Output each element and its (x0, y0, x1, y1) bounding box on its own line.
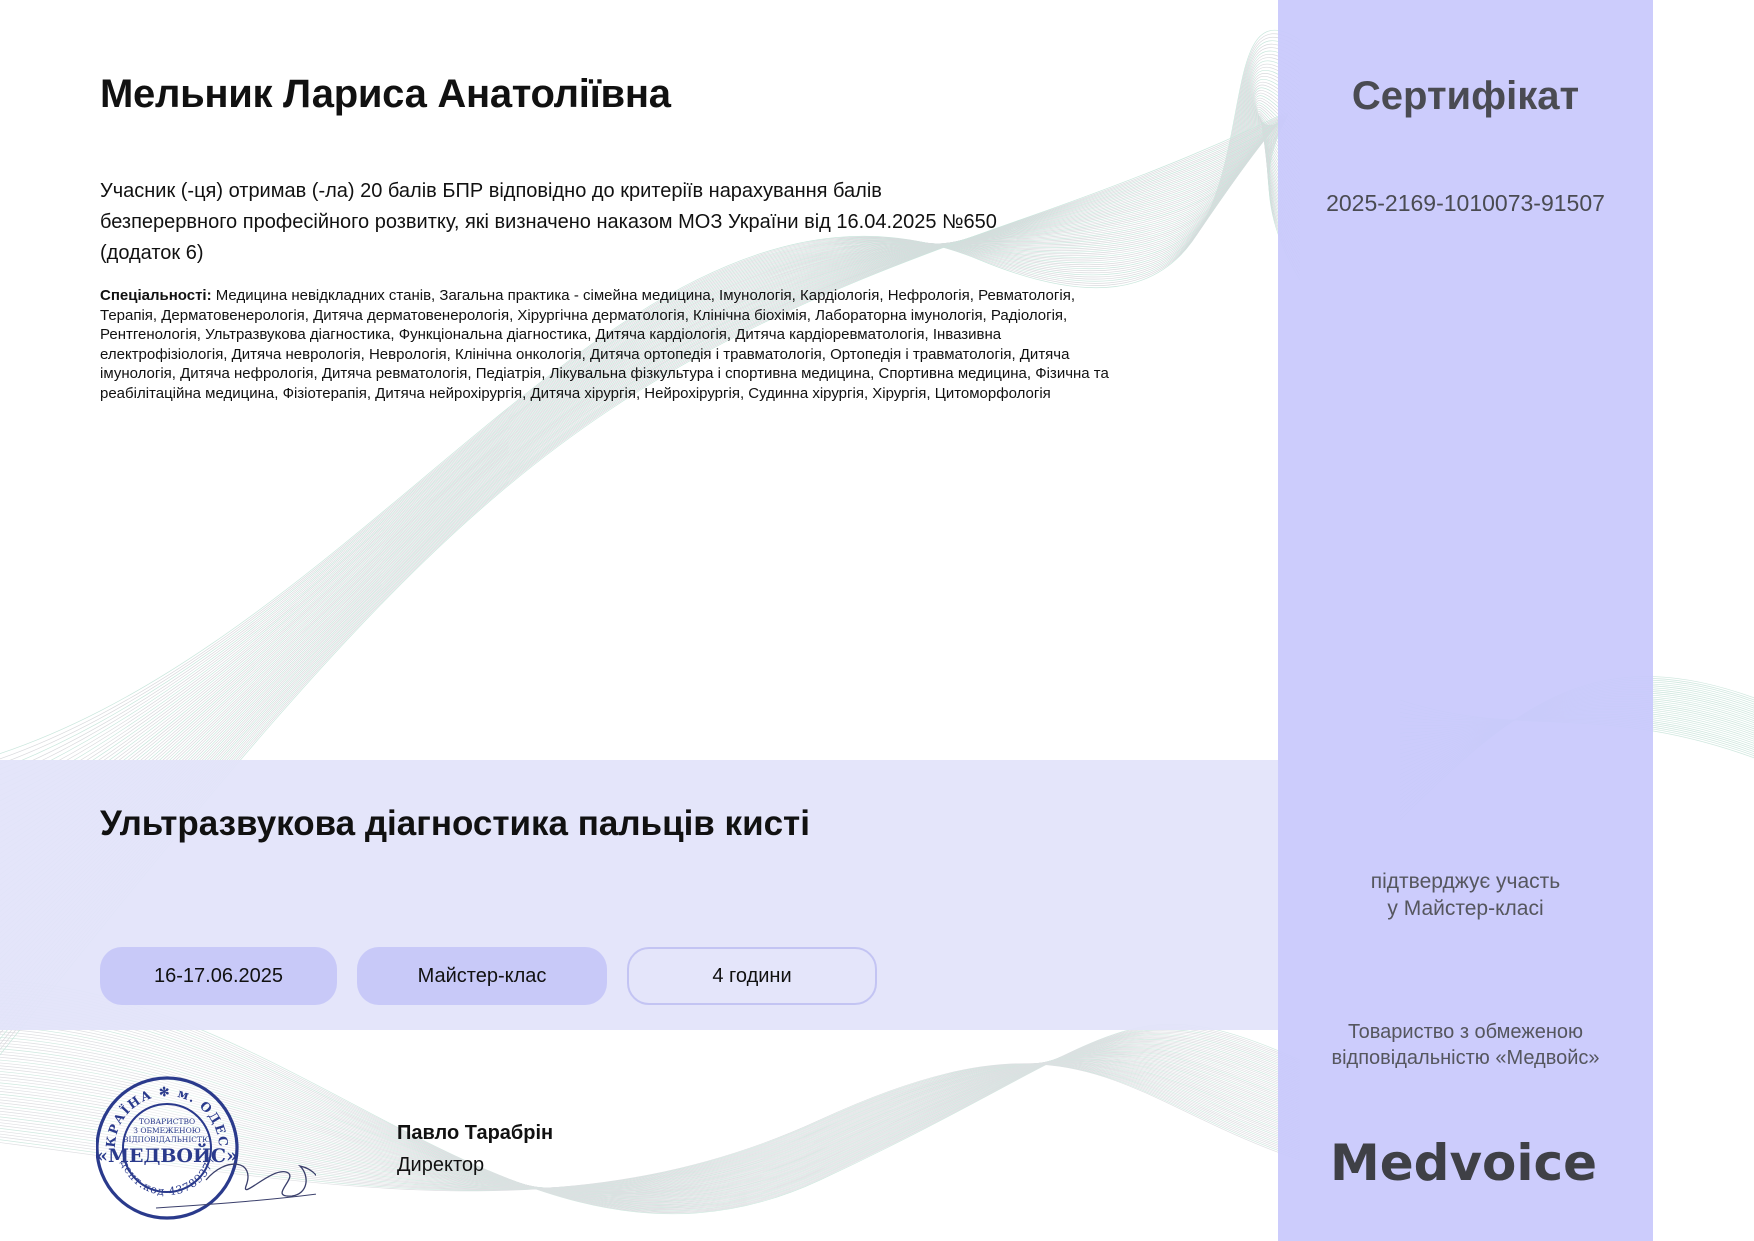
specialties-line: Терапія, Дерматовенерологія, Дитяча дерм… (100, 306, 1068, 324)
specialties-list: Спеціальності: Медицина невідкладних ста… (100, 286, 1250, 404)
certificate-title: Сертифікат (1351, 74, 1580, 118)
seal-line: З ОБМЕЖЕНОЮ (133, 1126, 200, 1135)
seal-line: ВІДПОВІДАЛЬНІСТЮ (123, 1135, 211, 1144)
specialties-line: Медицина невідкладних станів, Загальна п… (211, 287, 1075, 304)
certificate-number: 2025-2169-1010073-91507 (1326, 190, 1605, 216)
points-statement-line: безперервного професійного розвитку, які… (100, 211, 997, 233)
medvoice-logo: Medvoice. (1330, 1134, 1600, 1192)
specialties-line: реабілітаційна медицина, Фізіотерапія, Д… (100, 384, 1051, 402)
course-hours-pill: 4 години (627, 947, 877, 1005)
course-type-pill: Майстер-клас (357, 947, 607, 1005)
issuer-company: Товариство з обмеженою відповідальністю … (1278, 1019, 1653, 1071)
signer-role: Директор (397, 1154, 485, 1176)
seal-brand: «МЕДВОЙС» (96, 1143, 238, 1167)
specialties-label: Спеціальності: (100, 287, 212, 304)
specialties-line: Рентгенологія, Ультразвукова діагностика… (100, 326, 1002, 344)
company-seal: УКРАЇНА ✻ м. ОДЕСА Ідент.код 43789377 ТО… (96, 1068, 316, 1220)
recipient-name: Мельник Лариса Анатоліївна (100, 72, 671, 116)
company-line: відповідальністю «Медвойс» (1331, 1047, 1600, 1069)
course-title: Ультразвукова діагностика пальців кисті (100, 804, 810, 843)
points-statement-line: (додаток 6) (100, 242, 204, 264)
specialties-line: електрофізіологія, Дитяча неврологія, Не… (100, 345, 1070, 363)
points-statement: Учасник (-ця) отримав (-ла) 20 балів БПР… (100, 176, 1100, 269)
specialties-line: імунологія, Дитяча нефрологія, Дитяча ре… (100, 365, 1109, 383)
points-statement-line: Учасник (-ця) отримав (-ла) 20 балів БПР… (100, 180, 882, 202)
participation-confirmation: підтверджує участь у Майстер-класі (1278, 868, 1653, 922)
seal-line: ТОВАРИСТВО (139, 1117, 195, 1126)
confirmation-line: підтверджує участь (1370, 870, 1561, 893)
company-line: Товариство з обмеженою (1347, 1021, 1584, 1043)
logo-wordmark: Medvoice. (1330, 1134, 1600, 1192)
signer-name: Павло Тарабрін (397, 1122, 554, 1144)
course-date-pill: 16-17.06.2025 (100, 947, 337, 1005)
confirmation-line: у Майстер-класі (1387, 897, 1544, 920)
